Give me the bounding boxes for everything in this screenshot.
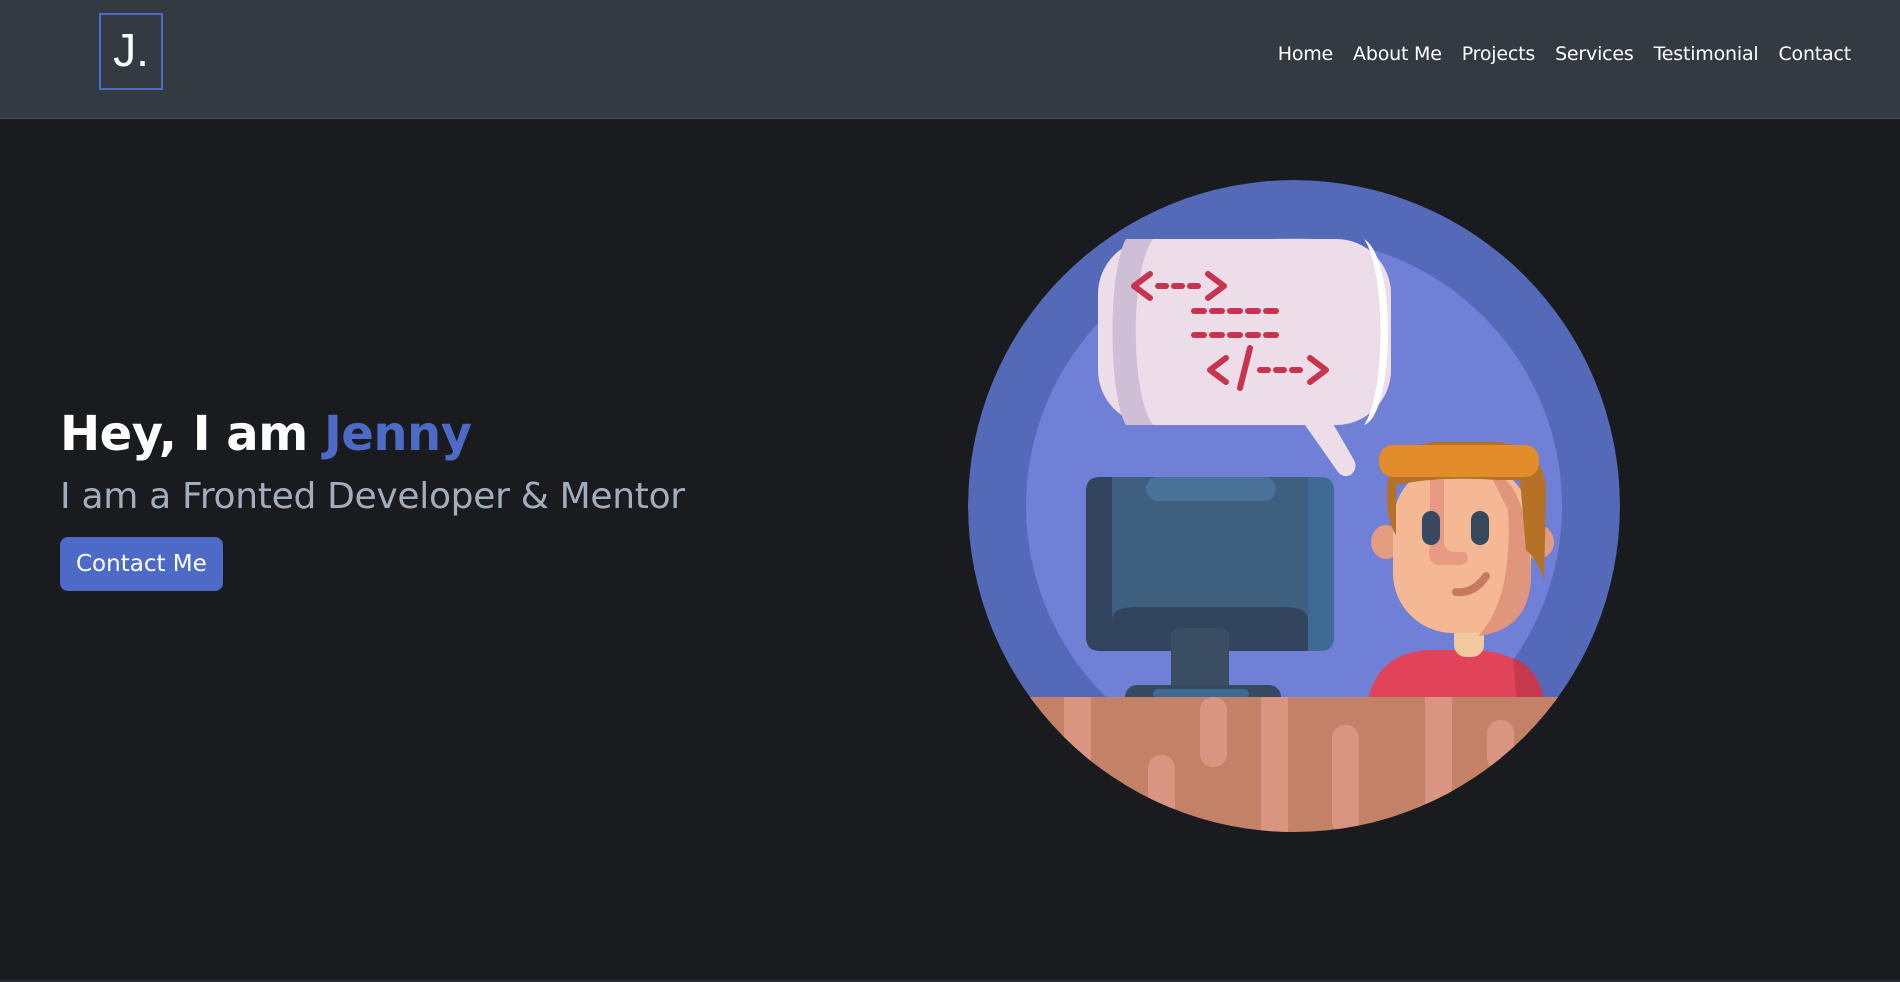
contact-me-button[interactable]: Contact Me xyxy=(60,537,223,591)
nav-item-projects: Projects xyxy=(1462,40,1536,68)
hero-subtitle: I am a Fronted Developer & Mentor xyxy=(60,476,685,517)
hero-name: Jenny xyxy=(323,406,472,462)
nav-item-contact: Contact xyxy=(1778,40,1851,68)
nav-item-about: About Me xyxy=(1353,40,1442,68)
nav-item-home: Home xyxy=(1278,40,1334,68)
logo[interactable]: J. xyxy=(99,13,163,90)
nav-item-testimonial: Testimonial xyxy=(1654,40,1759,68)
nav-link-projects[interactable]: Projects xyxy=(1462,43,1536,65)
greeting-prefix: Hey, I am xyxy=(60,406,308,462)
nav-link-about-me[interactable]: About Me xyxy=(1353,43,1442,65)
navbar: J. Home About Me Projects Services Testi… xyxy=(0,0,1900,119)
nav-link-contact[interactable]: Contact xyxy=(1778,43,1851,65)
hero-heading: Hey, I am Jenny xyxy=(60,405,685,463)
hero-section: Hey, I am Jenny I am a Fronted Developer… xyxy=(0,120,1900,980)
hero-text: Hey, I am Jenny I am a Fronted Developer… xyxy=(60,405,685,591)
nav-item-services: Services xyxy=(1555,40,1634,68)
nav-link-services[interactable]: Services xyxy=(1555,43,1634,65)
nav-link-home[interactable]: Home xyxy=(1278,43,1334,65)
developer-at-computer-illustration xyxy=(968,180,1620,832)
nav-menu: Home About Me Projects Services Testimon… xyxy=(1278,40,1851,68)
desk xyxy=(968,697,1620,832)
nav-link-testimonial[interactable]: Testimonial xyxy=(1654,43,1759,65)
